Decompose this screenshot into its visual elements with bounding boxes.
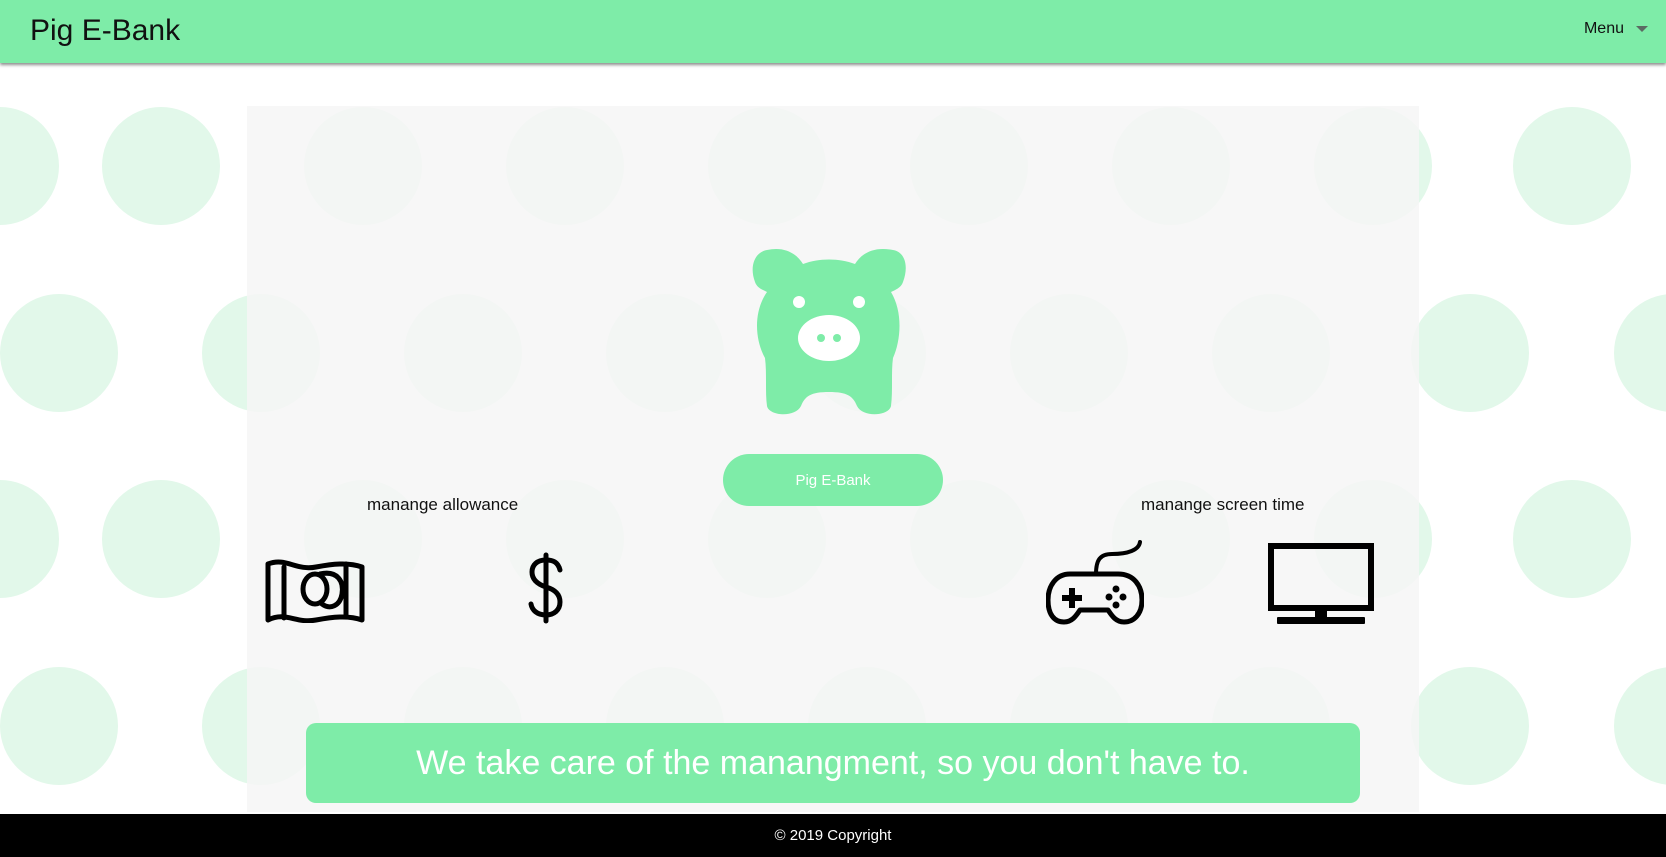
feature-label-allowance: manange allowance — [367, 495, 519, 514]
top-navbar: Pig E-Bank Menu — [0, 0, 1666, 63]
brand-link[interactable]: Pig E-Bank — [30, 13, 180, 49]
footer: © 2019 Copyright — [0, 814, 1666, 857]
copyright-text: © 2019 Copyright — [774, 827, 892, 844]
feature-label-screen-time: manange screen time — [1141, 495, 1305, 514]
menu-dropdown[interactable]: Menu — [1584, 20, 1648, 38]
menu-label: Menu — [1583, 20, 1624, 37]
gamepad-icon — [1046, 540, 1144, 625]
pig-ebank-button[interactable]: Pig E-Bank — [723, 454, 943, 506]
piggy-bank-icon — [752, 248, 906, 415]
tagline-banner: We take care of the manangment, so you d… — [306, 723, 1360, 803]
tagline-text: We take care of the manangment, so you d… — [416, 743, 1250, 782]
main-panel: Pig E-Bank manange allowance manange scr… — [247, 106, 1419, 812]
money-bill-icon — [265, 559, 365, 623]
tv-icon — [1268, 543, 1374, 624]
caret-down-icon — [1636, 26, 1648, 32]
dollar-sign-icon — [528, 552, 563, 624]
